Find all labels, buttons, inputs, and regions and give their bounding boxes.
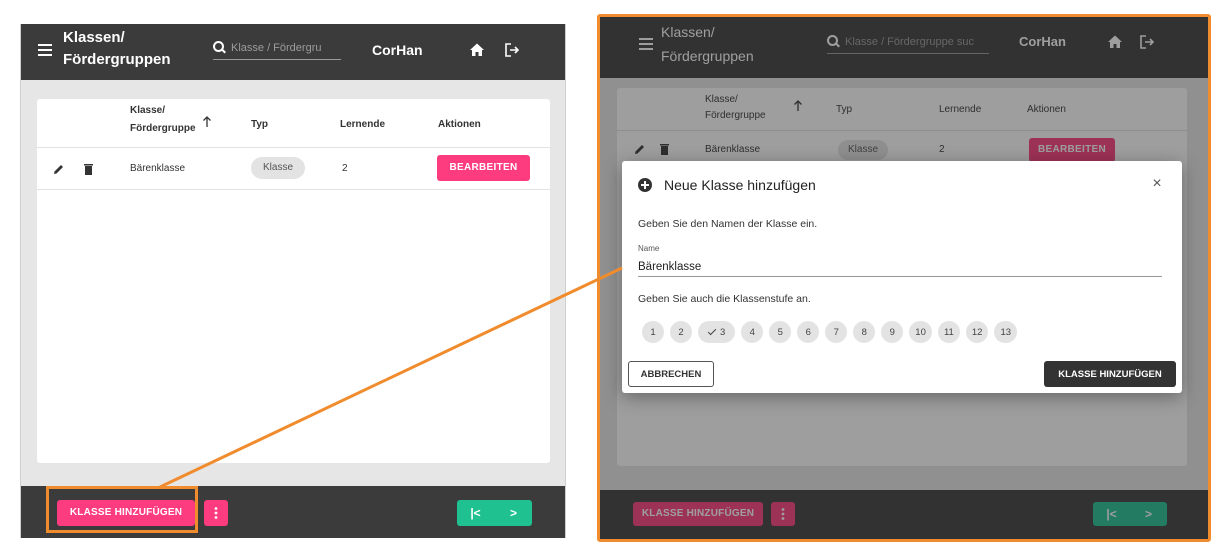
logout-icon[interactable] [502,40,522,60]
level-chip-label: 6 [805,326,811,338]
type-chip: Klasse [251,157,305,179]
more-vert-icon [214,507,218,519]
row-lernende: 2 [342,163,348,174]
sort-arrow-up-icon[interactable] [202,116,212,128]
add-circle-icon [638,178,652,192]
level-chip-9[interactable]: 9 [881,321,904,343]
level-chip-label: 10 [915,326,926,338]
level-chip-7[interactable]: 7 [825,321,848,343]
name-label: Name [638,244,660,253]
search-icon [213,41,227,55]
more-options-button[interactable] [204,500,228,526]
level-chip-label: 12 [971,326,983,338]
menu-icon[interactable] [38,44,52,56]
level-chip-2[interactable]: 2 [670,321,692,343]
pagination: |< > [457,500,532,526]
name-instruction: Geben Sie den Namen der Klasse ein. [638,218,818,230]
level-chip-4[interactable]: 4 [741,321,764,343]
add-class-dialog: Neue Klasse hinzufügen × Geben Sie den N… [622,161,1182,393]
row-name: Bärenklasse [130,163,186,174]
search-input[interactable] [231,39,341,57]
first-page-button[interactable]: |< [457,500,494,526]
level-chip-6[interactable]: 6 [797,321,820,343]
class-table: Klasse/ Fördergruppe Typ Lernende Aktion… [37,99,550,463]
edit-pencil-icon[interactable] [52,163,65,176]
add-class-button[interactable]: KLASSE HINZUFÜGEN [57,500,195,526]
level-chip-label: 4 [749,326,755,338]
level-chip-5[interactable]: 5 [769,321,792,343]
user-name: CorHan [372,42,423,58]
edit-button[interactable]: BEARBEITEN [437,155,530,181]
level-chip-label: 11 [943,326,954,338]
level-chip-11[interactable]: 11 [937,321,960,343]
header-aktionen: Aktionen [438,119,481,130]
class-name-input[interactable] [638,257,1162,277]
level-chip-label: 1 [650,326,656,338]
stage: Klassen/Fördergruppen CorHan Klasse/ För… [0,0,1217,547]
level-chip-label: 9 [889,326,895,338]
divider [37,189,550,190]
level-chip-13[interactable]: 13 [994,321,1018,343]
level-chip-group: 1 2 3 4 5 6 7 8 9 10 11 12 13 [642,321,1018,343]
level-chip-8[interactable]: 8 [853,321,876,343]
header-klasse[interactable]: Klasse/ Fördergruppe [130,104,196,136]
level-chip-label: 3 [720,326,726,338]
home-icon[interactable] [467,40,487,60]
app-window-after: Klassen/Fördergruppen CorHan Klasse/ För… [599,16,1209,540]
page-title: Klassen/Fördergruppen [63,29,171,68]
level-chip-label: 5 [777,326,783,338]
level-chip-label: 13 [1000,326,1012,338]
level-chip-label: 2 [678,326,684,338]
close-icon[interactable]: × [1148,175,1166,193]
divider [37,147,550,148]
check-icon [707,326,717,335]
level-chip-label: 8 [861,326,867,338]
header-typ[interactable]: Typ [251,118,268,132]
level-chip-10[interactable]: 10 [909,321,932,343]
level-chip-3[interactable]: 3 [698,321,736,343]
confirm-add-class-button[interactable]: KLASSE HINZUFÜGEN [1044,361,1176,387]
next-page-button[interactable]: > [495,500,532,526]
level-chip-1[interactable]: 1 [642,321,664,343]
cancel-button[interactable]: ABBRECHEN [628,361,714,387]
bottom-bar: KLASSE HINZUFÜGEN |< > [21,486,565,538]
level-chip-label: 7 [833,326,839,338]
app-window-before: Klassen/Fördergruppen CorHan Klasse/ För… [20,24,566,538]
search-field[interactable] [213,38,341,60]
header-lernende[interactable]: Lernende [340,118,385,132]
delete-trash-icon[interactable] [83,162,94,176]
dialog-title: Neue Klasse hinzufügen [664,177,816,193]
top-bar: Klassen/Fördergruppen CorHan [21,24,565,80]
level-instruction: Geben Sie auch die Klassenstufe an. [638,293,811,305]
level-chip-12[interactable]: 12 [965,321,989,343]
